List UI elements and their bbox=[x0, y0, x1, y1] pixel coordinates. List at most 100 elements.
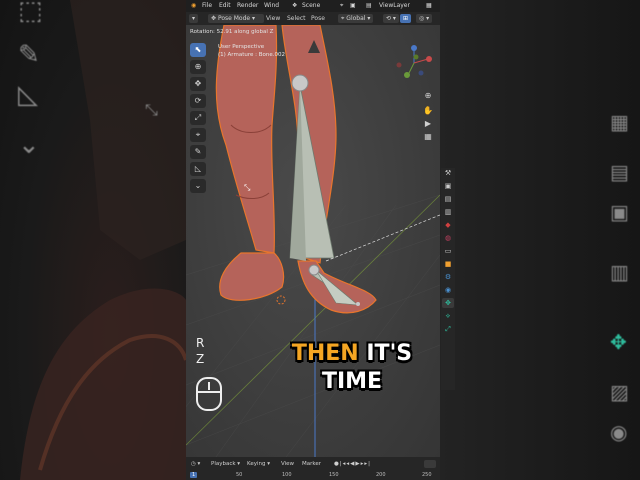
timeline-bar: ◷ ▾ Playback ▾ Keying ▾ View Marker ●|◂◂… bbox=[186, 457, 440, 480]
pose-mode-icon: ✥ bbox=[211, 15, 218, 22]
constraint-icon: ▨ bbox=[610, 380, 629, 404]
active-object-label: (1) Armature : Bone.002 bbox=[218, 52, 285, 58]
rotate-cursor-icon: ⤡ bbox=[244, 183, 251, 192]
frame-field[interactable] bbox=[424, 460, 436, 468]
physics-tab-icon[interactable]: ◉ bbox=[442, 285, 454, 295]
menu-render[interactable]: Render bbox=[237, 2, 258, 9]
output-props-icon: ▣ bbox=[610, 200, 629, 224]
menu-window[interactable]: Wind bbox=[264, 2, 279, 9]
pivot-icon[interactable]: ⟲ ▾ bbox=[383, 14, 399, 23]
view-layer-name[interactable]: ViewLayer bbox=[379, 2, 410, 9]
playback-controls[interactable]: ●|◂◂◀▶▸▸| bbox=[334, 460, 371, 468]
output-tab-icon[interactable]: ▤ bbox=[442, 194, 454, 204]
zoom-icon[interactable]: ⊕ bbox=[422, 90, 434, 102]
menu-view[interactable]: View bbox=[266, 14, 280, 23]
operator-status: Rotation: 52.91 along global Z bbox=[190, 29, 274, 35]
cursor-arrows-icon: ⤡ bbox=[145, 100, 158, 119]
playback-label: Playback bbox=[211, 461, 236, 467]
viewport-info: User Perspective (1) Armature : Bone.002 bbox=[218, 43, 285, 59]
render-tab-icon[interactable]: ▣ bbox=[442, 181, 454, 191]
annotate-tool-icon[interactable]: ✎ bbox=[190, 145, 206, 159]
menu-keying[interactable]: Keying ▾ bbox=[247, 460, 270, 468]
modifier-tab-icon[interactable]: ⚙ bbox=[442, 272, 454, 282]
menu-select[interactable]: Select bbox=[287, 14, 306, 23]
scene-tab-icon[interactable]: ◆ bbox=[442, 220, 454, 230]
caption-line-1: THEN IT'S bbox=[262, 340, 442, 368]
annotate-icon: ✎ bbox=[18, 40, 40, 70]
menu-marker[interactable]: Marker bbox=[302, 460, 321, 468]
scene-name[interactable]: Scene bbox=[302, 2, 320, 9]
viewport-header: ▾ ✥ Pose Mode ▾ View Select Pose ⌖ Globa… bbox=[186, 12, 440, 25]
mode-label: Pose Mode bbox=[217, 15, 251, 22]
snap-icon[interactable]: ⊞ bbox=[400, 14, 412, 23]
caption-line-2: TIME bbox=[321, 369, 383, 394]
tick-100: 100 bbox=[282, 472, 292, 478]
blender-window: ◉ File Edit Render Wind ❖ Scene ⌖ ▣ ▤ Vi… bbox=[186, 0, 440, 480]
menu-pose[interactable]: Pose bbox=[311, 14, 325, 23]
menu-file[interactable]: File bbox=[202, 2, 212, 9]
navigation-gizmo[interactable] bbox=[394, 43, 434, 83]
pin-icon[interactable]: ⌖ bbox=[340, 2, 343, 10]
data-props-icon: ◉ bbox=[610, 420, 628, 444]
properties-tabs: ⚒ ▣ ▤ ▥ ◆ ◍ ▭ ■ ⚙ ◉ ✥ ⟡ ⤢ bbox=[441, 168, 455, 390]
mode-selector[interactable]: ✥ Pose Mode ▾ bbox=[208, 14, 264, 23]
menu-timeline-view[interactable]: View bbox=[281, 460, 294, 468]
orientation-label: Global bbox=[346, 15, 366, 22]
relax-tool-icon[interactable]: ⌄ bbox=[190, 179, 206, 193]
tool-shelf: ⬉ ⊕ ✥ ⟳ ⤢ ⌖ ✎ ◺ ⌄ bbox=[190, 43, 208, 196]
current-frame[interactable]: 1 bbox=[190, 472, 198, 478]
top-menubar: ◉ File Edit Render Wind ❖ Scene ⌖ ▣ ▤ Vi… bbox=[186, 0, 440, 12]
tick-50: 50 bbox=[236, 472, 243, 478]
transform-tool-icon[interactable]: ⌖ bbox=[190, 128, 206, 142]
bone-props-icon: ✥ bbox=[610, 330, 627, 354]
video-caption: THEN IT'S TIME bbox=[262, 340, 442, 396]
object-tab-icon[interactable]: ■ bbox=[442, 259, 454, 269]
move-tool-icon: ⬚ bbox=[18, 0, 43, 26]
move-tool-icon[interactable]: ✥ bbox=[190, 77, 206, 91]
render-props-icon: ▤ bbox=[610, 160, 629, 184]
bone-constraint-tab-icon[interactable]: ⟡ bbox=[442, 311, 454, 321]
background-left-blur: ⬚ ✎ ◺ ⌄ ⤡ bbox=[0, 0, 186, 480]
key-r: R bbox=[196, 336, 205, 350]
scene-icon: ❖ bbox=[292, 2, 298, 9]
view-layer-icon: ▥ bbox=[610, 260, 629, 284]
select-box-tool-icon[interactable]: ⬉ bbox=[190, 43, 206, 57]
ortho-grid-icon[interactable]: ▦ bbox=[422, 131, 434, 143]
keystroke-display: R Z bbox=[196, 335, 204, 367]
caption-word-its: IT'S bbox=[366, 341, 413, 366]
proportional-edit-icon[interactable]: ◎ ▾ bbox=[416, 14, 433, 23]
tick-200: 200 bbox=[376, 472, 386, 478]
tool-tab-icon[interactable]: ⚒ bbox=[442, 168, 454, 178]
caption-highlight-word: THEN bbox=[291, 341, 359, 366]
world-tab-icon[interactable]: ◍ bbox=[442, 233, 454, 243]
collection-tab-icon[interactable]: ▭ bbox=[442, 246, 454, 256]
background-right-blur: ▦ ▤ ▣ ▥ ✥ ▨ ◉ bbox=[440, 0, 640, 480]
view-layer-options-icon[interactable]: ▦ bbox=[426, 2, 432, 9]
bone-tab-icon[interactable]: ✥ bbox=[442, 298, 454, 308]
scale-tool-icon[interactable]: ⤢ bbox=[190, 111, 206, 125]
menu-edit[interactable]: Edit bbox=[219, 2, 231, 9]
menu-playback[interactable]: Playback ▾ bbox=[211, 460, 240, 468]
rotate-tool-icon[interactable]: ⟳ bbox=[190, 94, 206, 108]
timeline-editor-icon[interactable]: ◷ ▾ bbox=[191, 460, 200, 468]
editor-type-icon[interactable]: ▾ bbox=[189, 14, 199, 23]
tick-250: 250 bbox=[422, 472, 432, 478]
view-layer-icon-small: ▤ bbox=[366, 2, 372, 9]
camera-view-icon[interactable]: ▶ bbox=[422, 118, 434, 130]
view-layer-tab-icon[interactable]: ▥ bbox=[442, 207, 454, 217]
3d-cursor[interactable] bbox=[276, 295, 286, 305]
orientation-dropdown[interactable]: ⌖ Global ▾ bbox=[338, 14, 374, 23]
measure-tool-icon[interactable]: ◺ bbox=[190, 162, 206, 176]
armature-data-tab-icon[interactable]: ⤢ bbox=[442, 324, 454, 334]
tool-props-icon: ▦ bbox=[610, 110, 629, 134]
blender-logo-icon[interactable]: ◉ bbox=[191, 2, 196, 9]
measure-icon: ◺ bbox=[18, 80, 38, 110]
pan-hand-icon[interactable]: ✋ bbox=[422, 105, 434, 117]
tick-150: 150 bbox=[329, 472, 339, 478]
scene-selector-icon[interactable]: ▣ bbox=[350, 2, 356, 9]
keying-label: Keying bbox=[247, 461, 266, 467]
cursor-tool-icon[interactable]: ⊕ bbox=[190, 60, 206, 74]
mouse-icon bbox=[196, 377, 222, 411]
perspective-label: User Perspective bbox=[218, 44, 265, 50]
rotation-guide-line bbox=[325, 214, 440, 262]
